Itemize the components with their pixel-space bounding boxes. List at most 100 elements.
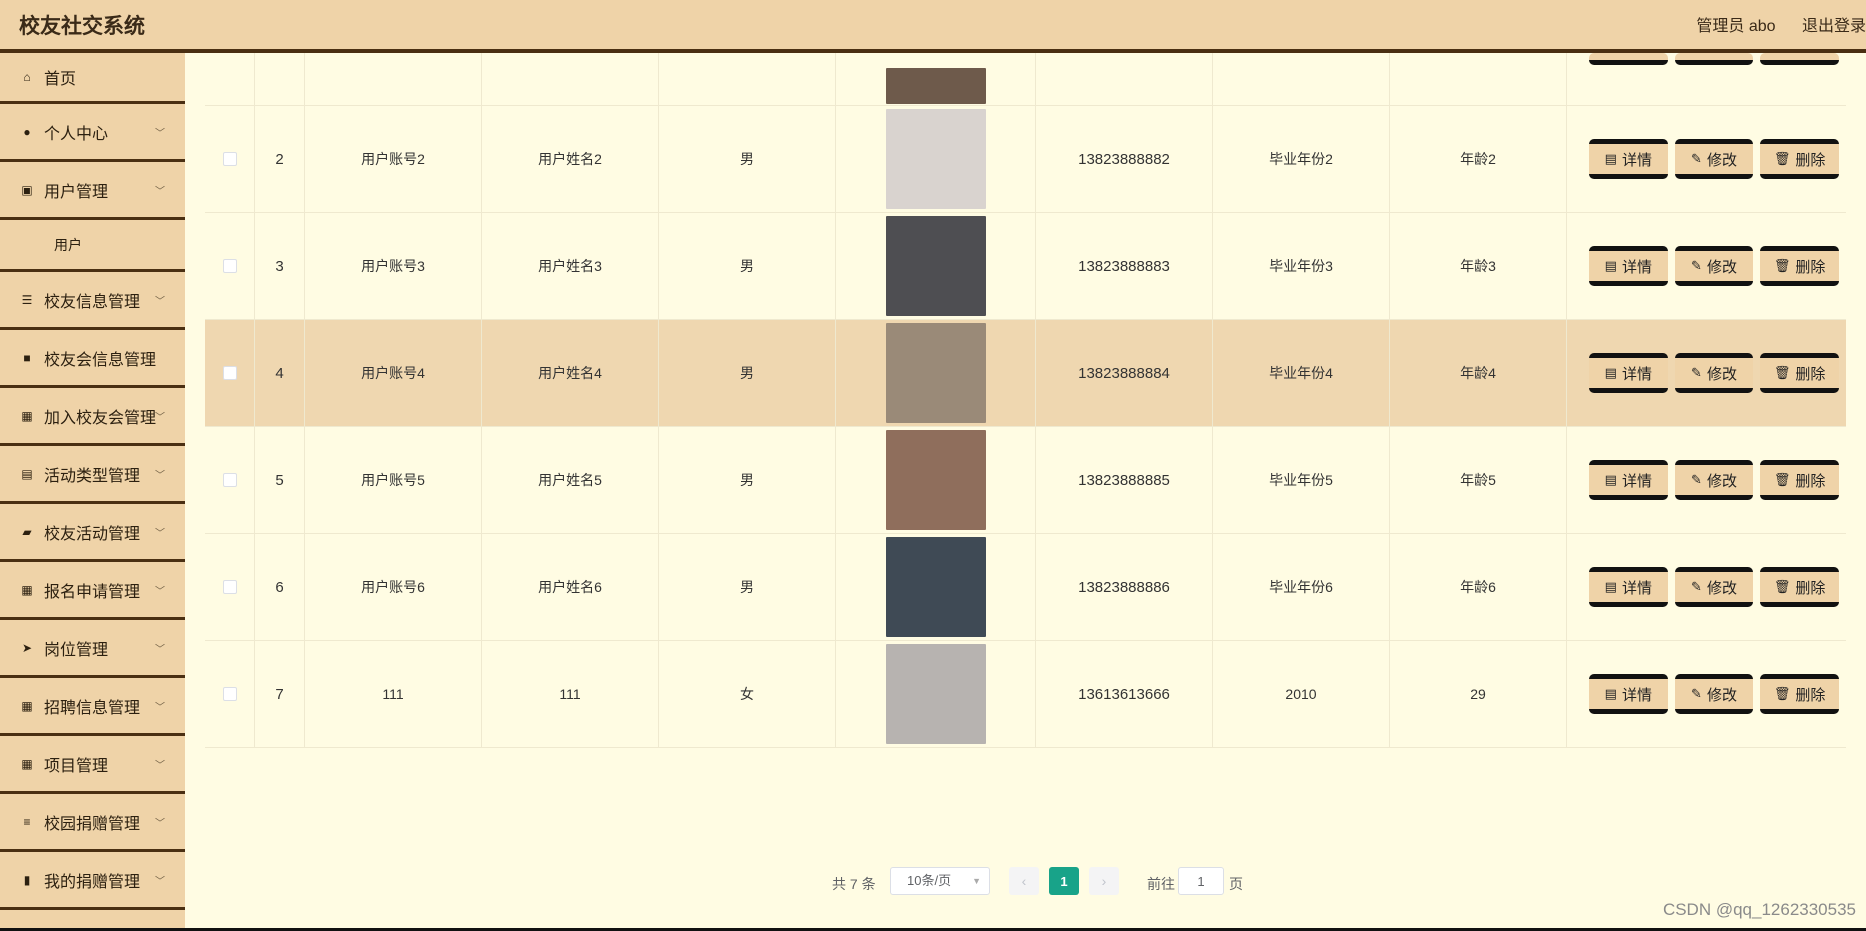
page-number-current[interactable]: 1 [1049, 867, 1079, 895]
trash-icon: 🗑 [1773, 579, 1791, 594]
sidebar-item[interactable]: ⌂ 首页 [0, 53, 185, 104]
trash-icon: 🗑 [1773, 258, 1791, 273]
delete-button[interactable]: 🗑 删除 [1760, 353, 1840, 393]
delete-button[interactable]: 🗑 删除 [1760, 246, 1840, 286]
app-title: 校友社交系统 [19, 15, 145, 38]
cell-index: 7 [255, 641, 305, 747]
sidebar-item[interactable]: ☰ 校友信息管理 ﹀ [0, 272, 185, 330]
delete-button[interactable]: 🗑 删除 [1760, 567, 1840, 607]
sidebar-item-label: 个人中心 [44, 125, 109, 143]
top-header: 校友社交系统 管理员 abo 退出登录 [0, 0, 1866, 53]
avatar [885, 216, 986, 316]
avatar [885, 430, 986, 530]
sidebar-item[interactable]: ▦ 报名申请管理 ﹀ [0, 562, 185, 620]
grid-icon: ▦ [21, 582, 33, 597]
cell-index: 5 [255, 427, 305, 533]
grid-icon: ▦ [21, 756, 33, 771]
button-label: 修改 [1706, 151, 1737, 169]
goto-page-input[interactable] [1178, 867, 1224, 895]
chevron-right-icon: › [1101, 873, 1107, 889]
detail-button[interactable]: ▤ 详情 [1589, 567, 1668, 607]
cell-phone: 13823888883 [1036, 213, 1213, 319]
page-size-select[interactable]: 10条/页 ▼ [890, 867, 990, 895]
cell-year: 毕业年份6 [1213, 534, 1390, 640]
briefcase-icon: ■ [23, 350, 31, 365]
row-checkbox[interactable] [222, 152, 237, 166]
row-checkbox[interactable] [222, 580, 237, 594]
row-checkbox[interactable] [222, 473, 237, 487]
table-row: 6 用户账号6 用户姓名6 男 13823888886 毕业年份6 年龄6 ▤ 详情 ✎ 修改 🗑 删除 [205, 534, 1846, 641]
sidebar-subitem[interactable]: 用户 [0, 220, 185, 272]
row-checkbox[interactable] [222, 259, 237, 273]
logout-link[interactable]: 退出登录 [1802, 18, 1866, 35]
detail-button[interactable]: ▤ 详情 [1589, 674, 1668, 714]
page-size-value: 10条/页 [907, 873, 952, 888]
cell-age: 年龄3 [1390, 213, 1567, 319]
chevron-left-icon: ‹ [1021, 873, 1027, 889]
trash-icon: 🗑 [1773, 365, 1791, 380]
sidebar-item[interactable]: ▦ 加入校友会管理 ﹀ [0, 388, 185, 446]
chevron-down-icon: ﹀ [155, 818, 165, 829]
detail-button[interactable]: ▤ 详情 [1589, 246, 1668, 286]
button-label: 删除 [1795, 365, 1826, 383]
avatar [885, 644, 986, 744]
total-count: 共 7 条 [832, 876, 876, 892]
detail-button[interactable]: ▤ 详情 [1589, 353, 1668, 393]
cell-name: 用户姓名5 [482, 427, 659, 533]
detail-button[interactable]: ▤ 详情 [1589, 460, 1668, 500]
delete-button[interactable] [1760, 53, 1840, 65]
pagination: 共 7 条 10条/页 ▼ ‹ 1 › 前往 页 [185, 865, 1866, 899]
sidebar-item[interactable]: ▤ 活动类型管理 ﹀ [0, 446, 185, 504]
edit-button[interactable] [1674, 53, 1754, 65]
sidebar-item[interactable]: ● 个人中心 ﹀ [0, 104, 185, 162]
sidebar-item[interactable]: ≡ 校园捐赠管理 ﹀ [0, 794, 185, 852]
sidebar-item[interactable]: ▦ 招聘信息管理 ﹀ [0, 678, 185, 736]
sidebar-item[interactable]: ▰ 校友活动管理 ﹀ [0, 504, 185, 562]
sidebar-item[interactable]: ▦ 项目管理 ﹀ [0, 736, 185, 794]
cell-name: 111 [482, 641, 659, 747]
button-label: 修改 [1706, 365, 1737, 383]
clipboard-icon: ▤ [21, 466, 33, 481]
prev-page-button[interactable]: ‹ [1009, 867, 1039, 895]
sidebar-item[interactable]: ▮ 我的捐赠管理 ﹀ [0, 852, 185, 910]
bar-chart-icon: ▮ [23, 872, 31, 887]
sidebar-item-label: 校友活动管理 [44, 525, 141, 543]
cell-sex: 男 [659, 320, 836, 426]
avatar [885, 109, 986, 209]
delete-button[interactable]: 🗑 删除 [1760, 674, 1840, 714]
cell-sex: 男 [659, 106, 836, 212]
detail-button[interactable] [1589, 53, 1668, 65]
chevron-down-icon: ﹀ [155, 702, 165, 713]
sidebar-item-label: 招聘信息管理 [44, 699, 141, 717]
next-page-button[interactable]: › [1089, 867, 1119, 895]
sidebar-item[interactable]: ➤ 岗位管理 ﹀ [0, 620, 185, 678]
sidebar-item[interactable]: ▣ 用户管理 ﹀ [0, 162, 185, 220]
detail-button[interactable]: ▤ 详情 [1589, 139, 1668, 179]
chevron-down-icon: ﹀ [155, 876, 165, 887]
button-label: 删除 [1795, 686, 1826, 704]
sidebar-item-label: 报名申请管理 [44, 583, 141, 601]
sidebar-item[interactable]: ■ 校友会信息管理 [0, 330, 185, 388]
button-label: 删除 [1795, 579, 1826, 597]
sidebar-item-label: 首页 [44, 71, 77, 88]
row-checkbox[interactable] [222, 687, 237, 701]
sidebar: ⌂ 首页 ● 个人中心 ﹀ ▣ 用户管理 ﹀ 用户 ☰ 校友信息管理 ﹀ ■ 校友会信息管理 ▦ 加入校友会管… [0, 53, 185, 928]
cell-sex: 男 [659, 534, 836, 640]
user-icon: ● [23, 124, 31, 139]
cell-age: 29 [1390, 641, 1567, 747]
table-row: 7 111 111 女 13613613666 2010 29 ▤ 详情 ✎ 修改 🗑 删除 [205, 641, 1846, 748]
pencil-icon: ✎ [1691, 579, 1702, 594]
edit-button[interactable]: ✎ 修改 [1674, 567, 1754, 607]
row-checkbox[interactable] [222, 366, 237, 380]
edit-button[interactable]: ✎ 修改 [1674, 460, 1754, 500]
cell-age: 年龄6 [1390, 534, 1567, 640]
edit-button[interactable]: ✎ 修改 [1674, 674, 1754, 714]
edit-button[interactable]: ✎ 修改 [1674, 353, 1754, 393]
chevron-down-icon: ﹀ [155, 128, 165, 139]
user-area: 管理员 abo 退出登录 [1696, 12, 1866, 36]
trash-icon: 🗑 [1773, 151, 1791, 166]
delete-button[interactable]: 🗑 删除 [1760, 139, 1840, 179]
edit-button[interactable]: ✎ 修改 [1674, 139, 1754, 179]
delete-button[interactable]: 🗑 删除 [1760, 460, 1840, 500]
edit-button[interactable]: ✎ 修改 [1674, 246, 1754, 286]
